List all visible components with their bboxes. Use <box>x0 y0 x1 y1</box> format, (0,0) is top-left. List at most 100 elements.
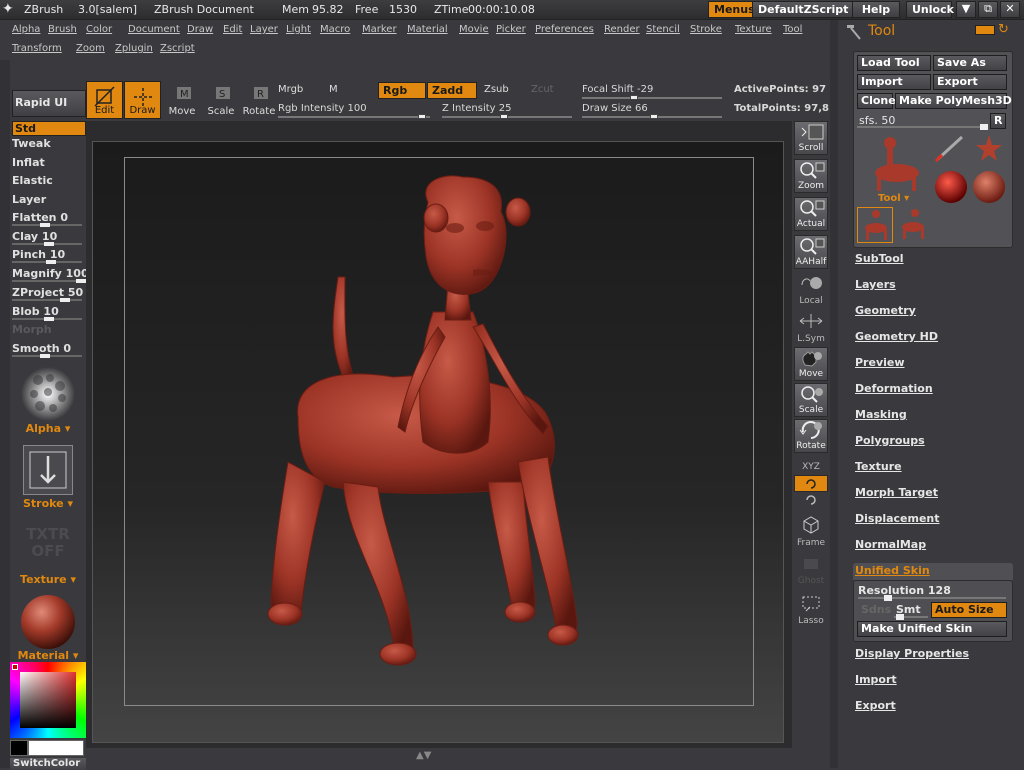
magnify-knob[interactable] <box>76 279 86 283</box>
switch-color-button[interactable]: SwitchColor <box>10 758 86 770</box>
current-tool-thumbnail[interactable] <box>857 133 927 195</box>
material-label[interactable]: Material ▾ <box>10 649 86 662</box>
subpalette-layers[interactable]: Layers <box>855 278 896 291</box>
color-picker-marker[interactable] <box>12 664 18 670</box>
subpalette-texture[interactable]: Texture <box>855 460 902 473</box>
make-polymesh-button[interactable]: Make PolyMesh3D <box>895 93 1012 109</box>
local-button[interactable]: Local <box>794 273 828 307</box>
menu-alpha[interactable]: Alpha <box>12 24 40 35</box>
scroll-button[interactable]: Scroll <box>794 121 828 155</box>
subpalette-geometry[interactable]: Geometry <box>855 304 916 317</box>
brush-zproject[interactable]: ZProject 50 <box>12 286 83 299</box>
menu-edit[interactable]: Edit <box>223 24 242 35</box>
actual-button[interactable]: Actual <box>794 197 828 231</box>
texture-off-thumbnail[interactable]: TXTR OFF <box>20 526 76 566</box>
smt-knob[interactable] <box>896 614 904 620</box>
restore-icon[interactable]: ⧉ <box>978 1 998 18</box>
subpalette-import[interactable]: Import <box>855 673 897 686</box>
menu-tool[interactable]: Tool <box>783 24 802 35</box>
menu-draw[interactable]: Draw <box>187 24 213 35</box>
r-button[interactable]: R <box>990 113 1006 129</box>
stroke-label[interactable]: Stroke ▾ <box>10 497 86 510</box>
menu-document[interactable]: Document <box>128 24 180 35</box>
close-icon[interactable]: ✕ <box>1000 1 1020 18</box>
menu-brush[interactable]: Brush <box>48 24 77 35</box>
auto-size-button[interactable]: Auto Size <box>931 602 1007 618</box>
resolution-slider[interactable]: Resolution 128 <box>858 584 951 597</box>
zadd-button[interactable]: Zadd <box>427 82 477 99</box>
ghost-button[interactable]: Ghost <box>794 553 828 587</box>
zcut-button[interactable]: Zcut <box>527 83 558 96</box>
menu-macro[interactable]: Macro <box>320 24 350 35</box>
menu-zplugin[interactable]: Zplugin <box>115 43 153 54</box>
m-button[interactable]: M <box>325 83 342 96</box>
blob-knob[interactable] <box>44 317 54 321</box>
zproject-knob[interactable] <box>60 298 70 302</box>
z-intensity-slider[interactable]: Z Intensity 25 <box>442 103 511 114</box>
save-as-button[interactable]: Save As <box>933 55 1007 71</box>
export-button[interactable]: Export <box>933 74 1007 90</box>
brush-morph[interactable]: Morph <box>12 323 52 336</box>
alpha-label[interactable]: Alpha ▾ <box>10 422 86 435</box>
pinch-knob[interactable] <box>46 260 56 264</box>
stroke-thumbnail[interactable] <box>23 445 73 495</box>
lasso-button[interactable]: Lasso <box>794 593 828 627</box>
rotate-button[interactable]: R Rotate <box>240 81 278 119</box>
sdns-button[interactable]: Sdns <box>858 603 892 619</box>
zoom-button[interactable]: Zoom <box>794 159 828 193</box>
draw-size-slider[interactable]: Draw Size 66 <box>582 103 648 114</box>
import-button[interactable]: Import <box>857 74 931 90</box>
brush-inflat[interactable]: Inflat <box>12 156 45 169</box>
rgb-intensity-knob[interactable] <box>418 114 426 119</box>
subpalette-subtool[interactable]: SubTool <box>855 252 904 265</box>
zsub-button[interactable]: Zsub <box>480 83 513 96</box>
menu-preferences[interactable]: Preferences <box>535 24 594 35</box>
draw-button[interactable]: Draw <box>124 81 161 119</box>
subpalette-masking[interactable]: Masking <box>855 408 907 421</box>
focal-shift-slider[interactable]: Focal Shift -29 <box>582 84 653 95</box>
subpalette-deformation[interactable]: Deformation <box>855 382 933 395</box>
brush-std[interactable]: Std <box>12 121 86 136</box>
menu-texture[interactable]: Texture <box>735 24 772 35</box>
menu-marker[interactable]: Marker <box>362 24 397 35</box>
resolution-knob[interactable] <box>884 595 892 601</box>
recent-tool-1[interactable] <box>857 207 893 243</box>
simplebrush-thumbnail[interactable] <box>934 133 970 163</box>
focal-shift-knob[interactable] <box>630 95 638 100</box>
texture-label[interactable]: Texture ▾ <box>10 573 86 586</box>
sphere-red-thumbnail[interactable] <box>934 170 968 204</box>
load-tool-button[interactable]: Load Tool <box>857 55 931 71</box>
brush-elastic[interactable]: Elastic <box>12 174 53 187</box>
bottom-tray[interactable]: ▲▼ <box>86 748 838 768</box>
clone-button[interactable]: Clone <box>857 93 896 109</box>
rapid-ui-button[interactable]: Rapid UI <box>12 90 86 117</box>
rotate-z-button[interactable] <box>794 493 828 511</box>
flatten-knob[interactable] <box>40 223 50 227</box>
star-thumbnail[interactable] <box>972 133 1006 163</box>
color-picker[interactable] <box>10 662 86 738</box>
edit-button[interactable]: Edit <box>86 81 123 119</box>
smooth-knob[interactable] <box>40 354 50 358</box>
subpalette-normalmap[interactable]: NormalMap <box>855 538 926 551</box>
alpha-thumbnail[interactable] <box>20 366 76 422</box>
menu-render[interactable]: Render <box>604 24 640 35</box>
subpalette-morph-target[interactable]: Morph Target <box>855 486 938 499</box>
palette-dock-icon[interactable] <box>975 25 995 35</box>
subpalette-display-properties[interactable]: Display Properties <box>855 647 969 660</box>
menu-light[interactable]: Light <box>286 24 311 35</box>
secondary-color-swatch[interactable] <box>10 740 28 756</box>
make-unified-skin-button[interactable]: Make Unified Skin <box>857 621 1007 637</box>
rotate-y-button[interactable] <box>794 475 828 492</box>
menu-color[interactable]: Color <box>86 24 112 35</box>
minimize-icon[interactable]: ▼ <box>956 1 976 18</box>
menu-zscript[interactable]: Zscript <box>160 43 195 54</box>
material-thumbnail[interactable] <box>20 594 76 650</box>
z-intensity-knob[interactable] <box>500 114 508 119</box>
menu-movie[interactable]: Movie <box>459 24 489 35</box>
tool-label[interactable]: Tool ▾ <box>878 193 909 204</box>
brush-pinch[interactable]: Pinch 10 <box>12 248 65 261</box>
rgb-button[interactable]: Rgb <box>378 82 426 99</box>
brush-tweak[interactable]: Tweak <box>12 137 51 150</box>
subpalette-export[interactable]: Export <box>855 699 896 712</box>
clay-knob[interactable] <box>44 242 54 246</box>
